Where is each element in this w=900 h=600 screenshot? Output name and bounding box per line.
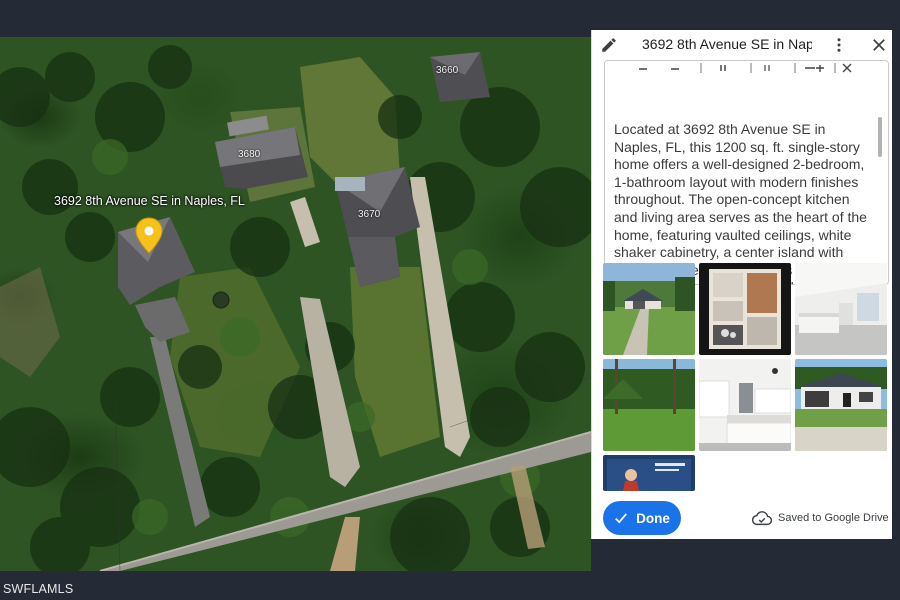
thumbnail-floor-plan[interactable] xyxy=(699,263,791,355)
description-scrollbar[interactable] xyxy=(878,117,882,157)
description-clip: Located at 3692 8th Avenue SE in Naples,… xyxy=(605,61,888,284)
driveway-photo-icon xyxy=(603,263,695,355)
map-terrain xyxy=(0,45,591,571)
house-number-3670: 3670 xyxy=(358,209,381,220)
done-label: Done xyxy=(636,510,670,526)
interior-living-photo-icon xyxy=(795,263,887,355)
panel-header: 3692 8th Avenue SE in Naples, FL xyxy=(592,30,893,60)
saved-status-text: Saved to Google Drive xyxy=(778,512,889,524)
more-vert-icon[interactable] xyxy=(830,36,848,54)
floor-plan-photo-icon xyxy=(699,263,791,355)
thumbnail-driveway[interactable] xyxy=(603,263,695,355)
description-text: Located at 3692 8th Avenue SE in Naples,… xyxy=(614,121,867,284)
pin-label: 3692 8th Avenue SE in Naples, FL xyxy=(54,194,245,208)
video-thumbnail-icon xyxy=(603,455,695,491)
kitchen-photo-icon xyxy=(699,359,791,451)
check-icon xyxy=(615,513,628,524)
pencil-icon[interactable] xyxy=(600,36,618,54)
save-status: Saved to Google Drive xyxy=(752,508,889,528)
panel-title: 3692 8th Avenue SE in Naples, FL xyxy=(642,36,812,52)
thumbnail-house-front[interactable] xyxy=(795,359,887,451)
aerial-map[interactable]: 3660 3680 3670 3692 8th Avenue SE in Nap… xyxy=(0,37,591,571)
thumbnail-yard[interactable] xyxy=(603,359,695,451)
thumbnail-video[interactable] xyxy=(603,455,695,491)
cloud-done-icon xyxy=(752,511,772,526)
description-textarea[interactable]: Located at 3692 8th Avenue SE in Naples,… xyxy=(604,60,889,285)
yard-photo-icon xyxy=(603,359,695,451)
format-toolbar-strip xyxy=(605,61,888,79)
thumbnail-living-room[interactable] xyxy=(795,263,887,355)
thumbnail-kitchen[interactable] xyxy=(699,359,791,451)
note-panel: 3692 8th Avenue SE in Naples, FL Lo xyxy=(591,30,892,539)
house-front-photo-icon xyxy=(795,359,887,451)
close-icon[interactable] xyxy=(870,36,888,54)
mls-watermark: SWFLAMLS xyxy=(3,582,74,596)
house-number-3660: 3660 xyxy=(436,65,459,76)
done-button[interactable]: Done xyxy=(603,501,681,535)
location-pin-icon[interactable] xyxy=(135,217,163,255)
house-number-3680: 3680 xyxy=(238,149,261,160)
